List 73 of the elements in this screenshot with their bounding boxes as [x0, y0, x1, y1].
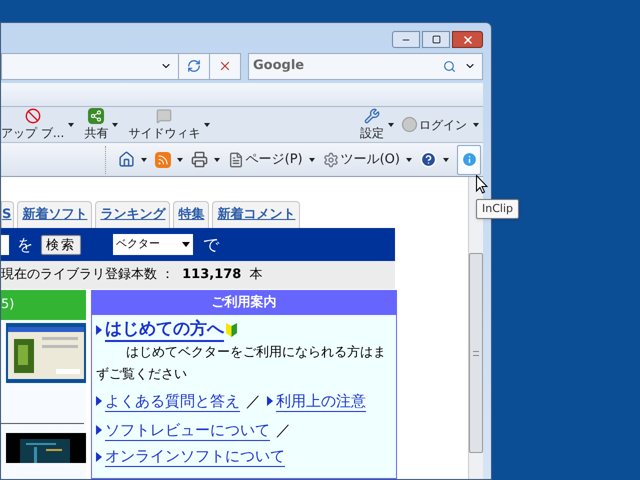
maximize-icon: [432, 35, 440, 44]
search-field[interactable]: Google: [249, 56, 443, 76]
caret-icon[interactable]: [308, 158, 315, 162]
separator: ／: [246, 391, 261, 412]
caret-icon[interactable]: [112, 122, 118, 126]
cursor-icon: [476, 175, 488, 194]
caret-icon[interactable]: [388, 122, 394, 126]
search-box[interactable]: Google: [248, 52, 483, 80]
maximize-button[interactable]: [422, 31, 450, 48]
triangle-icon: [96, 452, 102, 462]
search-icon[interactable]: [443, 60, 456, 72]
info-button[interactable]: [457, 144, 481, 174]
site-tab[interactable]: 新着コメント: [212, 201, 300, 228]
count-unit: 本: [249, 266, 262, 284]
help-icon[interactable]: [420, 151, 437, 168]
info-icon: [460, 151, 478, 168]
tooltip: InClip: [476, 199, 519, 219]
caret-icon[interactable]: [443, 158, 449, 162]
guide-link[interactable]: 利用上の注意: [276, 390, 366, 412]
command-button[interactable]: 設定: [360, 124, 384, 142]
command-button[interactable]: サイドウィキ: [128, 124, 200, 142]
caret-icon[interactable]: [176, 158, 183, 162]
caret-icon[interactable]: [473, 122, 479, 126]
beginner-mark-icon: [226, 323, 237, 337]
count-label: 現在のライブラリ登録本数 ：: [1, 266, 174, 284]
caret-icon[interactable]: [406, 158, 412, 162]
search-suffix: で: [203, 234, 219, 256]
count-value: 113,178: [182, 266, 242, 284]
site-tab[interactable]: 新着ソフト: [17, 201, 92, 228]
guide-intro: はじめてベクターをご利用になられる方はまずご覧ください: [96, 344, 387, 384]
printer-icon[interactable]: [190, 151, 208, 168]
caret-icon[interactable]: [214, 158, 220, 162]
share-icon: [88, 108, 104, 124]
page-icon: [228, 152, 244, 168]
site-select[interactable]: ベクター: [113, 234, 193, 255]
guide-link[interactable]: よくある質問と答え: [105, 390, 240, 412]
triangle-icon: [267, 396, 273, 406]
panel-header: ご利用案内: [92, 291, 396, 315]
wrench-icon: [364, 108, 380, 124]
scrollbar[interactable]: [468, 177, 483, 479]
feed-icon[interactable]: [154, 152, 171, 168]
search-button[interactable]: 検索: [41, 234, 81, 254]
caret-icon[interactable]: [204, 122, 210, 126]
gear-icon: [322, 152, 339, 168]
keyword-field[interactable]: [1, 234, 9, 254]
triangle-icon: [96, 325, 102, 335]
blocked-icon: [24, 108, 41, 124]
close-icon: [462, 34, 474, 46]
separator: ／: [276, 420, 291, 441]
triangle-icon: [96, 396, 102, 406]
site-tab[interactable]: 特集: [173, 201, 210, 228]
address-field[interactable]: [1, 52, 241, 80]
command-button[interactable]: 共有: [84, 124, 108, 142]
caret-icon[interactable]: [68, 122, 74, 126]
refresh-icon[interactable]: [187, 59, 201, 73]
panel-header: 5): [1, 290, 86, 320]
caret-icon[interactable]: [140, 158, 147, 162]
site-tab[interactable]: ランキング: [95, 201, 170, 228]
command-button[interactable]: アップ ブ...: [1, 124, 64, 142]
triangle-icon: [96, 425, 102, 435]
speech-bubble-icon: [156, 108, 172, 124]
command-button[interactable]: ログイン: [419, 116, 467, 134]
close-button[interactable]: [452, 31, 483, 48]
toolbar-menu[interactable]: ツール(O): [340, 150, 400, 170]
site-tab[interactable]: S: [1, 201, 14, 228]
toolbar-menu[interactable]: ページ(P): [246, 150, 303, 170]
scrollbar-thumb[interactable]: [469, 253, 483, 453]
home-icon[interactable]: [118, 151, 135, 168]
guide-link[interactable]: オンラインソフトについて: [105, 446, 285, 467]
stop-icon[interactable]: [218, 59, 232, 73]
search-connector: を: [17, 234, 33, 256]
guide-link[interactable]: ソフトレビューについて: [105, 420, 270, 440]
guide-heading-link[interactable]: はじめての方へ: [105, 318, 224, 342]
